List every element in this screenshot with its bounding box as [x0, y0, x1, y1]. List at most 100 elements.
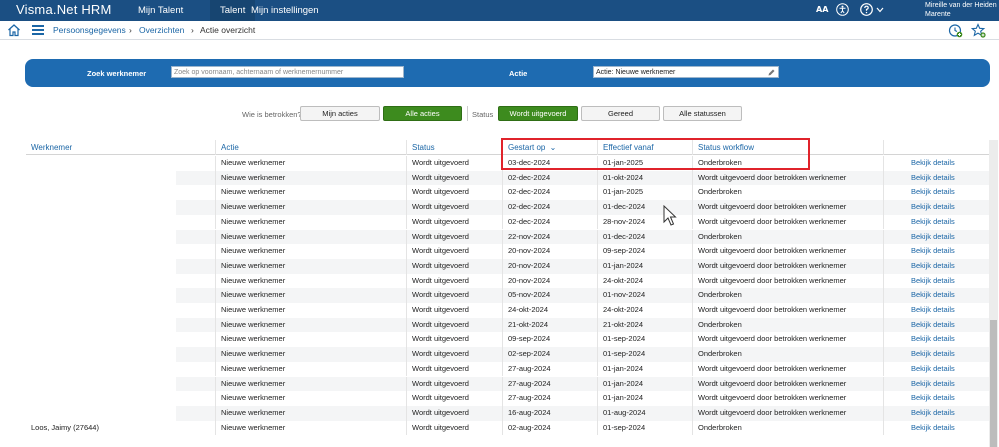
table-row[interactable]: Nieuwe werknemer Wordt uitgevoerd 16-aug-2…: [26, 405, 990, 421]
chevron-down-icon[interactable]: [876, 7, 884, 13]
cell-status: Wordt uitgevoerd: [406, 391, 502, 406]
status-all-button[interactable]: Alle statussen: [663, 106, 742, 121]
view-details-link[interactable]: Bekijk details: [883, 405, 990, 421]
table-row[interactable]: Nieuwe werknemer Wordt uitgevoerd 21-okt-2…: [26, 317, 990, 333]
column-header-status[interactable]: Status: [406, 140, 502, 155]
home-icon[interactable]: [7, 23, 21, 37]
cell-effectief-vanaf: 01-sep-2024: [597, 420, 692, 436]
status-done-button[interactable]: Gereed: [581, 106, 660, 121]
table-row[interactable]: Nieuwe werknemer Wordt uitgevoerd 27-aug-2…: [26, 376, 990, 392]
scrollbar-thumb[interactable]: [990, 320, 997, 447]
cell-actie: Nieuwe werknemer: [215, 200, 406, 215]
table-row[interactable]: Nieuwe werknemer Wordt uitgevoerd 02-dec-2…: [26, 200, 990, 215]
cell-effectief-vanaf: 28-nov-2024: [597, 214, 692, 230]
view-details-link[interactable]: Bekijk details: [883, 420, 990, 436]
cell-werknemer: [26, 318, 215, 333]
breadcrumb-persoonsgegevens[interactable]: Persoonsgegevens: [53, 25, 126, 35]
cell-status-workflow: Onderbroken: [692, 185, 883, 201]
cell-gestart-op: 20-nov-2024: [502, 273, 597, 289]
view-details-link[interactable]: Bekijk details: [883, 273, 990, 289]
column-header-werknemer[interactable]: Werknemer: [26, 140, 215, 155]
table-row[interactable]: Nieuwe werknemer Wordt uitgevoerd 03-dec-2…: [26, 156, 990, 171]
table-row[interactable]: Nieuwe werknemer Wordt uitgevoerd 27-aug-2…: [26, 361, 990, 377]
edit-icon[interactable]: [767, 68, 776, 77]
my-actions-button[interactable]: Mijn acties: [300, 106, 380, 121]
cell-actie: Nieuwe werknemer: [215, 288, 406, 303]
table-row[interactable]: Nieuwe werknemer Wordt uitgevoerd 09-sep-2…: [26, 332, 990, 348]
table-row[interactable]: Nieuwe werknemer Wordt uitgevoerd 05-nov-2…: [26, 288, 990, 303]
employee-search-input[interactable]: Zoek op voornaam, achternaam of werkneme…: [171, 66, 404, 78]
column-header-actie[interactable]: Actie: [215, 140, 406, 155]
all-actions-button[interactable]: Alle acties: [383, 106, 462, 121]
cell-effectief-vanaf: 01-jan-2024: [597, 258, 692, 274]
cell-effectief-vanaf: 01-jan-2025: [597, 156, 692, 171]
table-row[interactable]: Nieuwe werknemer Wordt uitgevoerd 02-sep-2…: [26, 347, 990, 362]
column-header-status-workflow[interactable]: Status workflow: [692, 140, 883, 155]
view-details-link[interactable]: Bekijk details: [883, 244, 990, 259]
table-row[interactable]: Nieuwe werknemer Wordt uitgevoerd 20-nov-2…: [26, 244, 990, 259]
status-in-progress-button[interactable]: Wordt uitgevoerd: [498, 106, 578, 121]
cell-gestart-op: 05-nov-2024: [502, 288, 597, 303]
top-nav: Visma.Net HRM Mijn Talent Talent Mijn in…: [0, 0, 999, 21]
table-row[interactable]: Nieuwe werknemer Wordt uitgevoerd 02-dec-2…: [26, 185, 990, 201]
cell-effectief-vanaf: 01-dec-2024: [597, 229, 692, 245]
help-icon[interactable]: [860, 3, 873, 16]
cell-werknemer: [26, 377, 215, 392]
hamburger-menu-icon[interactable]: [32, 25, 44, 35]
cell-effectief-vanaf: 09-sep-2024: [597, 244, 692, 259]
table-row[interactable]: Nieuwe werknemer Wordt uitgevoerd 27-aug-2…: [26, 391, 990, 406]
cell-gestart-op: 02-aug-2024: [502, 420, 597, 436]
cell-actie: Nieuwe werknemer: [215, 258, 406, 274]
cell-actie: Nieuwe werknemer: [215, 156, 406, 171]
view-details-link[interactable]: Bekijk details: [883, 185, 990, 201]
cell-status: Wordt uitgevoerd: [406, 361, 502, 377]
table-row[interactable]: Nieuwe werknemer Wordt uitgevoerd 20-nov-2…: [26, 273, 990, 289]
view-details-link[interactable]: Bekijk details: [883, 214, 990, 230]
cell-gestart-op: 02-sep-2024: [502, 347, 597, 362]
column-header-gestart-op[interactable]: Gestart op ⌄: [502, 140, 597, 155]
table-row[interactable]: Loos, Jaimy (27644) Nieuwe werknemer Wordt…: [26, 420, 990, 436]
table-row[interactable]: Nieuwe werknemer Wordt uitgevoerd 22-nov-2…: [26, 229, 990, 245]
breadcrumb-current: Actie overzicht: [200, 25, 256, 35]
breadcrumb-overzichten[interactable]: Overzichten: [139, 25, 184, 35]
column-header-actions: [883, 140, 990, 155]
action-select[interactable]: Actie: Nieuwe werknemer: [593, 66, 779, 78]
view-details-link[interactable]: Bekijk details: [883, 347, 990, 362]
view-details-link[interactable]: Bekijk details: [883, 156, 990, 171]
view-details-link[interactable]: Bekijk details: [883, 376, 990, 392]
view-details-link[interactable]: Bekijk details: [883, 229, 990, 245]
view-details-link[interactable]: Bekijk details: [883, 170, 990, 186]
column-header-effectief-vanaf[interactable]: Effectief vanaf: [597, 140, 692, 155]
table-row[interactable]: Nieuwe werknemer Wordt uitgevoerd 24-okt-2…: [26, 303, 990, 318]
clock-add-icon[interactable]: [948, 23, 963, 38]
table-row[interactable]: Nieuwe werknemer Wordt uitgevoerd 20-nov-2…: [26, 258, 990, 274]
cell-actie: Nieuwe werknemer: [215, 170, 406, 186]
user-menu[interactable]: Mireille van der Heiden Marente: [925, 1, 997, 19]
view-details-link[interactable]: Bekijk details: [883, 391, 990, 406]
accessibility-icon[interactable]: [836, 3, 849, 16]
table-row[interactable]: Nieuwe werknemer Wordt uitgevoerd 02-dec-2…: [26, 214, 990, 230]
view-details-link[interactable]: Bekijk details: [883, 361, 990, 377]
view-details-link[interactable]: Bekijk details: [883, 288, 990, 303]
font-size-icon[interactable]: AA: [816, 5, 828, 14]
cell-status-workflow: Onderbroken: [692, 229, 883, 245]
table-row[interactable]: Nieuwe werknemer Wordt uitgevoerd 02-dec-2…: [26, 170, 990, 186]
app-brand[interactable]: Visma.Net HRM: [16, 2, 112, 17]
cell-status: Wordt uitgevoerd: [406, 317, 502, 333]
favorite-star-icon[interactable]: [971, 23, 986, 38]
view-details-link[interactable]: Bekijk details: [883, 317, 990, 333]
cell-effectief-vanaf: 01-nov-2024: [597, 288, 692, 303]
cell-werknemer: [26, 391, 215, 406]
cell-status: Wordt uitgevoerd: [406, 185, 502, 201]
view-details-link[interactable]: Bekijk details: [883, 303, 990, 318]
cell-effectief-vanaf: 01-jan-2024: [597, 391, 692, 406]
view-details-link[interactable]: Bekijk details: [883, 332, 990, 348]
cell-actie: Nieuwe werknemer: [215, 244, 406, 259]
nav-mijn-talent[interactable]: Mijn Talent: [128, 0, 193, 21]
action-select-value: Actie: Nieuwe werknemer: [596, 69, 676, 76]
view-details-link[interactable]: Bekijk details: [883, 200, 990, 215]
cell-actie: Nieuwe werknemer: [215, 391, 406, 406]
divider: [467, 106, 468, 121]
view-details-link[interactable]: Bekijk details: [883, 258, 990, 274]
nav-mijn-instellingen[interactable]: Mijn instellingen: [241, 0, 329, 21]
